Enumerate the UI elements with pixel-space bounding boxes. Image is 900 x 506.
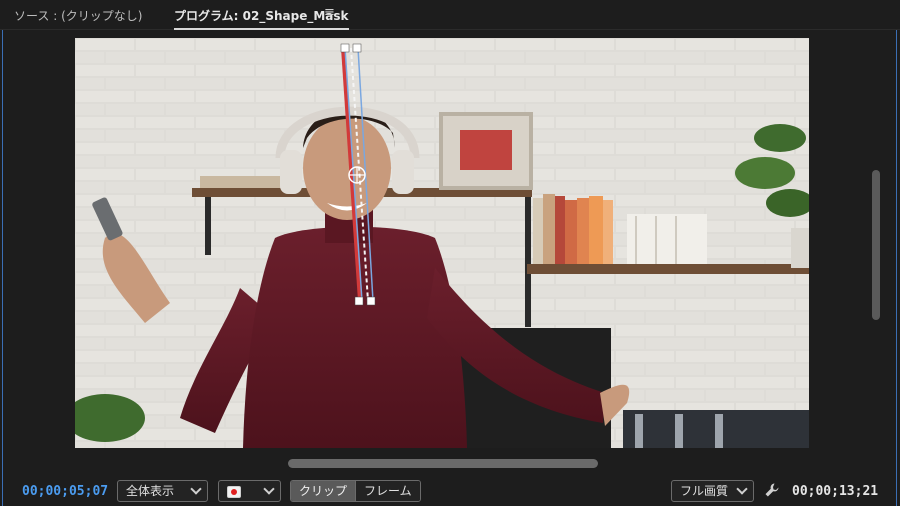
tab-source[interactable]: ソース : (クリップなし) [14, 7, 142, 24]
playback-quality-select[interactable]: フル画質 [671, 480, 754, 502]
chevron-down-icon [190, 483, 202, 495]
clip-frame-toggle: クリップ フレーム [290, 480, 421, 502]
panel-tab-bar: ソース : (クリップなし) プログラム: 02_Shape_Mask ≡ [0, 0, 900, 30]
wrench-icon[interactable] [764, 482, 780, 498]
program-monitor-viewer[interactable] [75, 38, 809, 448]
duration-timecode: 00;00;13;21 [792, 484, 879, 499]
zoom-level-select[interactable]: 全体表示 [117, 480, 208, 502]
record-icon [227, 486, 241, 498]
frame-toggle-button[interactable]: フレーム [355, 481, 420, 501]
clip-toggle-button[interactable]: クリップ [291, 481, 356, 501]
zoom-level-value: 全体表示 [126, 484, 175, 498]
panel-menu-icon[interactable]: ≡ [324, 5, 335, 20]
panel-focus-border-left [2, 30, 3, 506]
viewer-vertical-scrollbar[interactable] [872, 170, 880, 320]
color-mode-select[interactable] [218, 480, 281, 502]
tab-program[interactable]: プログラム: 02_Shape_Mask [174, 7, 349, 30]
video-frame [75, 38, 809, 448]
playback-quality-value: フル画質 [680, 484, 729, 498]
current-timecode[interactable]: 00;00;05;07 [22, 484, 108, 499]
monitor-controls-bar: 00;00;05;07 全体表示 クリップ フレーム フル画質 00;00;13… [0, 472, 900, 506]
panel-focus-border-right [896, 30, 897, 506]
chevron-down-icon [736, 483, 748, 495]
chevron-down-icon [263, 483, 275, 495]
lower-shelf [527, 264, 809, 274]
viewer-horizontal-scrollbar[interactable] [288, 459, 598, 468]
